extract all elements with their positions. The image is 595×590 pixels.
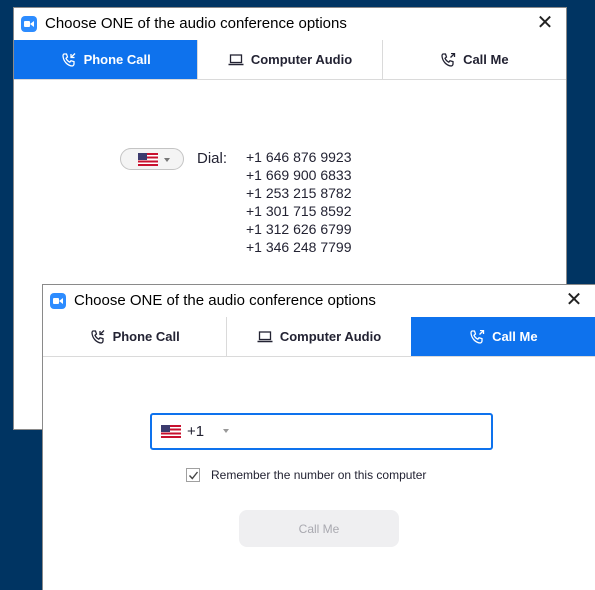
dial-label: Dial: xyxy=(197,150,228,167)
tab-phone-call[interactable]: Phone Call xyxy=(14,40,198,79)
country-code: +1 xyxy=(187,423,205,440)
audio-options-dialog-call-me: Choose ONE of the audio conference optio… xyxy=(42,284,595,590)
tab-computer-audio[interactable]: Computer Audio xyxy=(197,40,381,79)
phone-call-icon xyxy=(61,52,77,67)
tab-call-me[interactable]: Call Me xyxy=(381,40,566,79)
dialog-title: Choose ONE of the audio conference optio… xyxy=(74,292,376,309)
remember-number-option[interactable]: Remember the number on this computer xyxy=(186,468,426,482)
caret-down-icon[interactable] xyxy=(223,429,229,433)
us-flag-icon[interactable] xyxy=(161,425,181,438)
phone-number-input[interactable]: +1 xyxy=(150,413,493,450)
tab-label: Call Me xyxy=(463,52,509,67)
remember-checkbox[interactable] xyxy=(186,468,200,482)
phone-callback-icon xyxy=(440,52,456,67)
checkmark-icon xyxy=(188,471,199,480)
laptop-icon xyxy=(228,53,244,67)
tab-computer-audio[interactable]: Computer Audio xyxy=(226,317,410,356)
tab-call-me[interactable]: Call Me xyxy=(410,317,595,356)
phone-callback-icon xyxy=(469,329,485,344)
dial-in-number: +1 301 715 8592 xyxy=(246,203,352,219)
tab-label: Computer Audio xyxy=(279,329,382,344)
audio-tabs: Phone Call Computer Audio Call Me xyxy=(43,317,595,357)
us-flag-icon xyxy=(138,153,158,166)
close-icon[interactable]: ✕ xyxy=(536,13,554,33)
tab-phone-call[interactable]: Phone Call xyxy=(43,317,226,356)
dial-in-number: +1 253 215 8782 xyxy=(246,185,352,201)
phone-call-icon xyxy=(90,329,106,344)
zoom-app-icon xyxy=(21,16,37,32)
dial-in-number: +1 312 626 6799 xyxy=(246,221,352,237)
laptop-icon xyxy=(257,330,273,344)
title-bar: Choose ONE of the audio conference optio… xyxy=(43,285,595,317)
title-bar: Choose ONE of the audio conference optio… xyxy=(14,8,566,40)
dial-in-number: +1 646 876 9923 xyxy=(246,149,352,165)
audio-tabs: Phone Call Computer Audio Call Me xyxy=(14,40,566,80)
close-icon[interactable]: ✕ xyxy=(565,290,583,310)
dial-in-number: +1 669 900 6833 xyxy=(246,167,352,183)
dial-in-number: +1 346 248 7799 xyxy=(246,239,352,255)
tab-label: Phone Call xyxy=(83,52,151,67)
dialog-title: Choose ONE of the audio conference optio… xyxy=(45,15,347,32)
country-selector[interactable] xyxy=(120,148,184,170)
call-me-button[interactable]: Call Me xyxy=(239,510,399,547)
caret-down-icon xyxy=(164,158,170,162)
dial-in-numbers: +1 646 876 9923 +1 669 900 6833 +1 253 2… xyxy=(246,148,352,256)
tab-label: Computer Audio xyxy=(250,52,353,67)
tab-label: Phone Call xyxy=(112,329,180,344)
zoom-app-icon xyxy=(50,293,66,309)
remember-label: Remember the number on this computer xyxy=(211,468,427,482)
tab-label: Call Me xyxy=(492,329,538,344)
